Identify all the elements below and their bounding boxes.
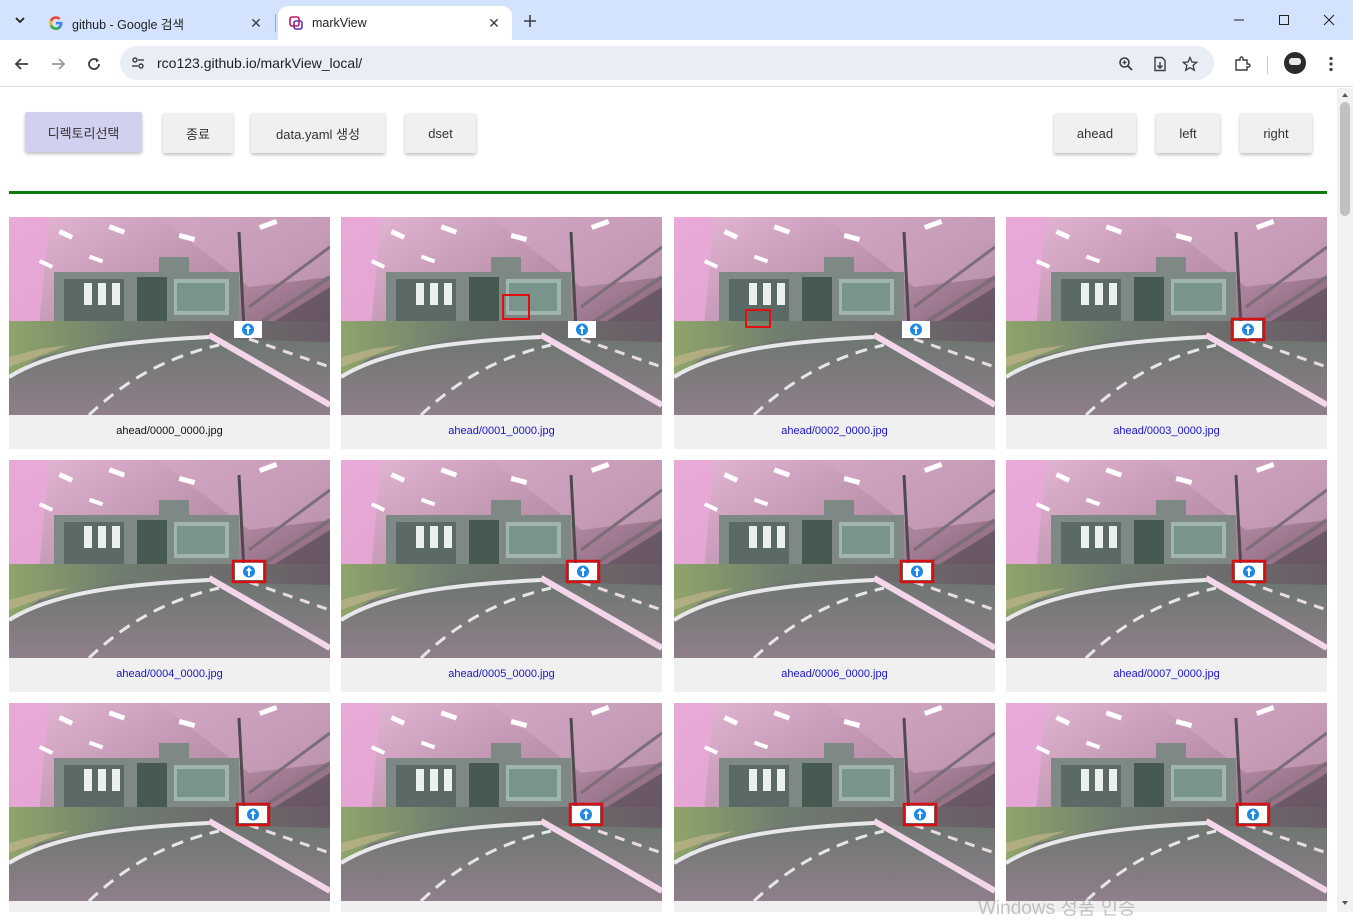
scene-image (341, 703, 662, 901)
address-bar[interactable]: rco123.github.io/markView_local/ (120, 46, 1214, 80)
scene-image (674, 217, 995, 415)
image-filename[interactable]: ahead/0005_0000.jpg (341, 668, 662, 680)
tab-title: github - Google 검색 (72, 17, 184, 32)
image-card[interactable] (9, 703, 330, 912)
image-card[interactable]: ahead/0000_0000.jpg (9, 217, 330, 449)
tab-search-button[interactable] (6, 7, 34, 33)
image-filename[interactable]: ahead/0007_0000.jpg (1006, 668, 1327, 680)
more-menu-icon[interactable] (1319, 52, 1343, 76)
scroll-up-arrow-icon[interactable] (1340, 90, 1350, 100)
maximize-icon (1279, 15, 1289, 25)
scene-image (9, 460, 330, 658)
image-card[interactable]: ahead/0005_0000.jpg (341, 460, 662, 692)
image-card[interactable]: ahead/0002_0000.jpg (674, 217, 995, 449)
reload-icon (88, 58, 100, 70)
plus-icon (524, 15, 536, 27)
image-card[interactable]: ahead/0004_0000.jpg (9, 460, 330, 692)
back-button[interactable] (8, 50, 36, 78)
image-card[interactable]: ahead/0003_0000.jpg (1006, 217, 1327, 449)
extensions-icon[interactable] (1230, 52, 1254, 76)
image-filename[interactable]: ahead/0000_0000.jpg (9, 425, 330, 437)
image-card[interactable] (674, 703, 995, 912)
windows-activation-watermark: Windows 정품 인증 (978, 898, 1136, 919)
scene-image (9, 217, 330, 415)
scene-image (674, 460, 995, 658)
close-icon[interactable]: ✕ (246, 13, 266, 33)
new-tab-button[interactable] (518, 9, 542, 33)
browser-toolbar: rco123.github.io/markView_local/ (0, 40, 1353, 87)
arrow-left-icon (14, 58, 28, 70)
reload-button[interactable] (80, 50, 108, 78)
markview-page: 디렉토리선택 종료 data.yaml 생성 dset ahead left r… (0, 88, 1337, 912)
close-icon[interactable]: ✕ (484, 13, 504, 33)
url-text: rco123.github.io/markView_local/ (157, 55, 363, 71)
class-ahead-button[interactable]: ahead (1054, 113, 1136, 153)
class-right-button[interactable]: right (1240, 113, 1312, 153)
exit-button[interactable]: 종료 (163, 113, 233, 153)
image-filename[interactable]: ahead/0004_0000.jpg (9, 668, 330, 680)
profile-avatar[interactable] (1284, 52, 1306, 74)
google-icon (48, 15, 64, 31)
minimize-icon (1234, 19, 1244, 21)
forward-button[interactable] (44, 50, 72, 78)
site-info-icon[interactable] (128, 53, 148, 73)
generate-data-yaml-button[interactable]: data.yaml 생성 (251, 113, 385, 153)
dset-button[interactable]: dset (405, 113, 476, 153)
image-card[interactable]: ahead/0007_0000.jpg (1006, 460, 1327, 692)
arrow-right-icon (52, 58, 66, 70)
image-filename[interactable]: ahead/0002_0000.jpg (674, 425, 995, 437)
scene-image (1006, 460, 1327, 658)
tab-strip: github - Google 검색 ✕ markView ✕ (0, 0, 1353, 40)
section-divider (9, 191, 1327, 194)
zoom-icon[interactable] (1115, 53, 1137, 75)
scroll-down-arrow-icon[interactable] (1340, 898, 1350, 908)
minimize-button[interactable] (1216, 0, 1262, 40)
page-scrollbar[interactable] (1337, 88, 1353, 912)
class-left-button[interactable]: left (1156, 113, 1220, 153)
image-card[interactable]: ahead/0001_0000.jpg (341, 217, 662, 449)
tab-google-search[interactable]: github - Google 검색 ✕ (38, 6, 274, 40)
image-filename[interactable]: ahead/0006_0000.jpg (674, 668, 995, 680)
scene-image (674, 703, 995, 901)
scene-image (9, 703, 330, 901)
scene-image (341, 460, 662, 658)
select-directory-button[interactable]: 디렉토리선택 (25, 112, 142, 152)
scroll-thumb[interactable] (1340, 102, 1350, 216)
close-icon (1323, 14, 1335, 26)
image-filename[interactable]: ahead/0003_0000.jpg (1006, 425, 1327, 437)
markview-icon (288, 15, 304, 31)
tab-title: markView (312, 16, 367, 30)
toolbar-divider (1267, 56, 1268, 74)
scene-image (1006, 217, 1327, 415)
scene-image (341, 217, 662, 415)
image-card[interactable] (341, 703, 662, 912)
tab-markview[interactable]: markView ✕ (278, 6, 512, 40)
maximize-button[interactable] (1261, 0, 1307, 40)
image-card[interactable] (1006, 703, 1327, 912)
image-card[interactable]: ahead/0006_0000.jpg (674, 460, 995, 692)
chevron-down-icon (15, 17, 25, 24)
window-close-button[interactable] (1306, 0, 1352, 40)
install-app-icon[interactable] (1149, 53, 1171, 75)
bookmark-star-icon[interactable] (1179, 53, 1201, 75)
scene-image (1006, 703, 1327, 901)
tab-separator (275, 14, 276, 32)
image-filename[interactable]: ahead/0001_0000.jpg (341, 425, 662, 437)
